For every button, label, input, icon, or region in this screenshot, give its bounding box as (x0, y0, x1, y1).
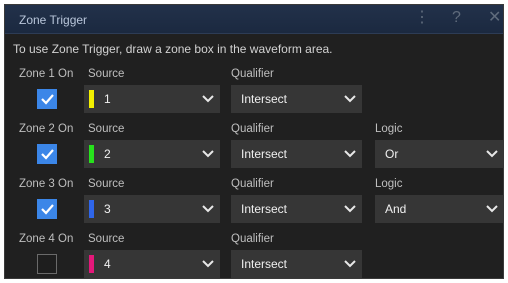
chevron-down-icon (202, 150, 214, 158)
zone-4-label: Zone 4 On (19, 233, 74, 245)
zone-2-qualifier-dropdown[interactable]: Intersect (231, 140, 362, 168)
zone-1-checkbox[interactable] (37, 89, 57, 109)
chevron-down-icon (202, 260, 214, 268)
vertical-dots-icon[interactable]: ⋮ (414, 10, 430, 26)
chevron-down-icon (486, 150, 498, 158)
zone-4-source-label: Source (88, 233, 125, 245)
close-icon[interactable]: ✕ (488, 10, 501, 26)
chevron-down-icon (344, 205, 356, 213)
zone-2-logic-value: Or (385, 147, 399, 161)
source-color-swatch (89, 90, 94, 108)
zone-2-source-dropdown[interactable]: 2 (84, 140, 220, 168)
zone-3-logic-label: Logic (375, 178, 403, 190)
zone-4-qualifier-value: Intersect (241, 257, 288, 271)
zone-2-checkbox[interactable] (37, 144, 57, 164)
zone-2-logic-dropdown[interactable]: Or (375, 140, 504, 168)
zone-3-qualifier-value: Intersect (241, 202, 288, 216)
zone-trigger-dialog: Zone Trigger ⋮ ? ✕ To use Zone Trigger, … (4, 4, 504, 279)
zone-1-source-label: Source (88, 68, 125, 80)
chevron-down-icon (344, 150, 356, 158)
zone-3-logic-dropdown[interactable]: And (375, 195, 504, 223)
checkmark-icon (41, 149, 54, 160)
zone-1-qualifier-value: Intersect (241, 92, 288, 106)
checkmark-icon (41, 94, 54, 105)
zone-3-label: Zone 3 On (19, 178, 74, 190)
zone-3-logic-value: And (385, 202, 407, 216)
zone-1-label: Zone 1 On (19, 68, 74, 80)
zone-1-source-dropdown[interactable]: 1 (84, 85, 220, 113)
source-color-swatch (89, 255, 94, 273)
zone-2-qualifier-value: Intersect (241, 147, 288, 161)
zone-3-qualifier-label: Qualifier (231, 178, 274, 190)
zone-4-source-value: 4 (104, 257, 111, 271)
zone-1-qualifier-dropdown[interactable]: Intersect (231, 85, 362, 113)
instruction-text: To use Zone Trigger, draw a zone box in … (13, 42, 333, 56)
chevron-down-icon (344, 95, 356, 103)
zone-4-checkbox[interactable] (37, 254, 57, 274)
source-color-swatch (89, 200, 94, 218)
checkmark-icon (41, 204, 54, 215)
zone-2-source-label: Source (88, 123, 125, 135)
zone-4-qualifier-label: Qualifier (231, 233, 274, 245)
zone-3-source-dropdown[interactable]: 3 (84, 195, 220, 223)
title-bar: Zone Trigger ⋮ ? ✕ (5, 5, 503, 34)
dialog-title: Zone Trigger (19, 13, 88, 27)
zone-4-source-dropdown[interactable]: 4 (84, 250, 220, 278)
zone-3-checkbox[interactable] (37, 199, 57, 219)
zone-1-qualifier-label: Qualifier (231, 68, 274, 80)
zone-1-source-value: 1 (104, 92, 111, 106)
zone-2-source-value: 2 (104, 147, 111, 161)
chevron-down-icon (486, 205, 498, 213)
zone-3-source-value: 3 (104, 202, 111, 216)
chevron-down-icon (202, 95, 214, 103)
chevron-down-icon (344, 260, 356, 268)
help-icon[interactable]: ? (452, 10, 461, 26)
zone-3-source-label: Source (88, 178, 125, 190)
zone-2-logic-label: Logic (375, 123, 403, 135)
chevron-down-icon (202, 205, 214, 213)
zone-4-qualifier-dropdown[interactable]: Intersect (231, 250, 362, 278)
zone-3-qualifier-dropdown[interactable]: Intersect (231, 195, 362, 223)
zone-2-label: Zone 2 On (19, 123, 74, 135)
zone-2-qualifier-label: Qualifier (231, 123, 274, 135)
source-color-swatch (89, 145, 94, 163)
